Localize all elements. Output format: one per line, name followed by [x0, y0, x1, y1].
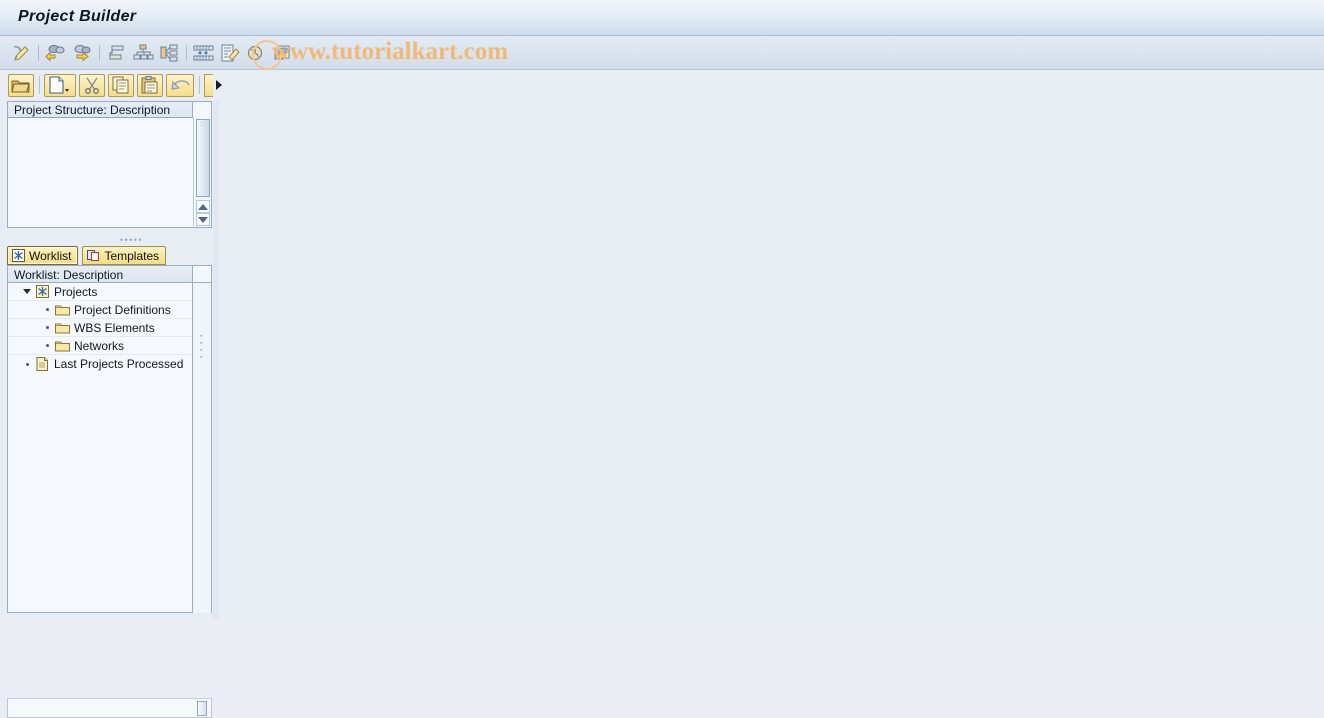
- project-structure-scroll-down-button[interactable]: [196, 213, 210, 226]
- worklist-tree[interactable]: Projects Project Definitions WBS Element…: [7, 283, 193, 613]
- worklist-horizontal-scrollbar[interactable]: [7, 698, 212, 718]
- bullet-dot-icon: [25, 362, 29, 366]
- documents-icon[interactable]: [269, 40, 295, 66]
- folder-icon: [54, 321, 70, 335]
- worklist-panel: Worklist: Description Projects Project D…: [7, 265, 212, 613]
- hierarchy-graphic-icon[interactable]: [104, 40, 130, 66]
- project-structure-scroll-thumb[interactable]: ::: [196, 119, 210, 197]
- tree-bullet-icon: [40, 326, 54, 329]
- triangle-down-icon: [198, 216, 208, 223]
- tree-item-label: Last Projects Processed: [54, 357, 184, 371]
- scroll-thumb-grip-icon: ::: [200, 121, 206, 128]
- period-icon[interactable]: [243, 40, 269, 66]
- toolbar-separator: [186, 44, 187, 61]
- bullet-dot-icon: [45, 344, 49, 347]
- worklist-templates-tab-strip: Worklist Templates: [7, 243, 219, 265]
- toolbar-separator: [199, 76, 200, 94]
- project-structure-tree-area[interactable]: [8, 118, 194, 226]
- tree-bullet-icon: [20, 362, 34, 366]
- project-structure-scroll-up-button[interactable]: [196, 200, 210, 213]
- project-structure-vertical-scrollbar[interactable]: ::: [195, 118, 211, 226]
- undo-icon[interactable]: [166, 73, 194, 97]
- project-structure-header: Project Structure: Description: [7, 101, 193, 118]
- main-content-pane: [219, 100, 1324, 620]
- bullet-dot-icon: [45, 326, 49, 329]
- create-new-icon[interactable]: [44, 73, 76, 97]
- copy-icon[interactable]: [108, 73, 134, 97]
- tree-item-label: Networks: [74, 338, 125, 353]
- expand-collapse-toggle-icon[interactable]: [20, 289, 34, 294]
- project-structure-body: ::: [7, 118, 212, 228]
- tree-bullet-icon: [40, 308, 54, 311]
- toolbar-overflow-partial-button: [204, 73, 213, 97]
- tab-worklist-label: Worklist: [29, 248, 72, 263]
- worklist-resize-grip-icon[interactable]: ▪ ▪ ▪ ▪: [200, 333, 205, 365]
- tab-worklist[interactable]: Worklist: [7, 246, 79, 265]
- tree-item-project-definitions[interactable]: Project Definitions: [8, 301, 192, 319]
- tab-templates-label: Templates: [104, 248, 160, 263]
- folder-icon: [54, 339, 70, 353]
- network-graphic-icon[interactable]: [156, 40, 182, 66]
- projects-icon: [34, 285, 50, 299]
- tree-item-label: Projects: [54, 284, 98, 299]
- structure-graphic-icon[interactable]: [130, 40, 156, 66]
- worklist-horizontal-scroll-thumb[interactable]: [197, 701, 207, 716]
- left-panel: Project Structure: Description :: •••••: [0, 100, 219, 718]
- tree-item-last-projects-processed[interactable]: Last Projects Processed: [8, 355, 192, 373]
- previous-object-icon[interactable]: [43, 40, 69, 66]
- cut-icon[interactable]: [79, 73, 105, 97]
- worklist-icon: [11, 249, 25, 263]
- tree-item-wbs-elements[interactable]: WBS Elements: [8, 319, 192, 337]
- triangle-down-icon: [23, 289, 31, 294]
- next-object-icon[interactable]: [69, 40, 95, 66]
- tree-item-label: Project Definitions: [74, 302, 171, 317]
- toolbar-separator: [38, 44, 39, 61]
- folder-icon: [54, 303, 70, 317]
- toolbar-separator: [39, 76, 40, 94]
- page-title: Project Builder: [18, 8, 137, 25]
- worklist-header: Worklist: Description: [7, 265, 193, 283]
- toolbar-overflow-button[interactable]: [204, 73, 224, 97]
- function-toolbar: [0, 36, 1324, 70]
- paste-icon[interactable]: [137, 73, 163, 97]
- tree-item-networks[interactable]: Networks: [8, 337, 192, 355]
- chevron-right-icon: [216, 80, 222, 90]
- bullet-dot-icon: [45, 308, 49, 311]
- gantt-chart-icon[interactable]: [191, 40, 217, 66]
- tab-templates[interactable]: Templates: [82, 246, 167, 265]
- worklist-side-column: ▪ ▪ ▪ ▪: [193, 283, 212, 613]
- document-icon: [34, 357, 50, 371]
- open-project-icon[interactable]: [8, 73, 34, 97]
- project-structure-header-filler: [193, 101, 212, 118]
- application-toolbar: [0, 70, 1324, 100]
- window-title-bar: Project Builder: [0, 0, 1324, 36]
- check-pencil-icon[interactable]: [8, 40, 34, 66]
- toolbar-separator: [99, 44, 100, 61]
- tree-item-label: WBS Elements: [74, 320, 155, 335]
- worklist-header-filler: [193, 265, 212, 283]
- tree-item-projects[interactable]: Projects: [8, 283, 192, 301]
- triangle-up-icon: [198, 203, 208, 210]
- templates-icon: [86, 249, 100, 263]
- tree-bullet-icon: [40, 344, 54, 347]
- confirmation-icon[interactable]: [217, 40, 243, 66]
- project-structure-panel: Project Structure: Description ::: [7, 101, 212, 236]
